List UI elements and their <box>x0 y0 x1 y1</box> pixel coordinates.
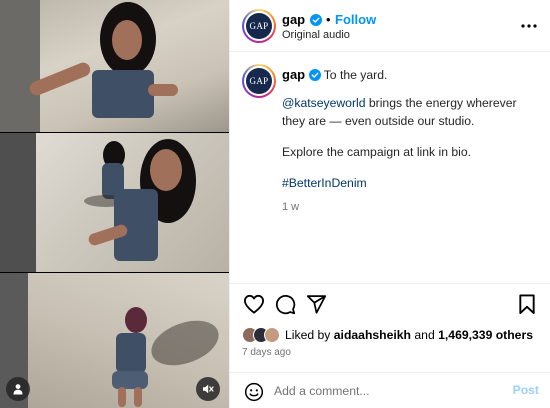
liker-avatar <box>264 327 280 343</box>
original-audio-link[interactable]: Original audio <box>282 29 350 41</box>
caption-cta: Explore the campaign at link in bio. <box>282 145 472 159</box>
more-options-icon <box>521 24 537 28</box>
caption-body: gap To the yard. @katseyeworld brings th… <box>282 66 540 216</box>
tagged-users-button[interactable] <box>6 377 30 401</box>
likes-connector: and <box>411 328 439 342</box>
save-button[interactable] <box>515 292 539 316</box>
figure-denim <box>92 70 154 118</box>
more-options-button[interactable] <box>519 16 539 36</box>
figure-face <box>112 20 142 60</box>
wall-dark <box>0 133 36 272</box>
header-title-row: gap • Follow <box>282 11 376 29</box>
likes-summary: Liked by aidaahsheikh and 1,469,339 othe… <box>242 325 533 345</box>
liker-username[interactable]: aidaahsheikh <box>334 328 411 342</box>
ground-shadow <box>145 312 225 374</box>
hashtag-link[interactable]: #BetterInDenim <box>282 174 540 192</box>
post-header: GAP gap • Follow Original audio <box>230 0 550 52</box>
comment-bar: Post <box>230 372 550 408</box>
figure-skirt <box>112 371 148 389</box>
post-comment-button[interactable]: Post <box>513 383 539 397</box>
share-button[interactable] <box>304 292 328 316</box>
comment-input[interactable] <box>274 381 504 401</box>
follow-button[interactable]: Follow <box>335 12 376 27</box>
verified-badge-icon <box>308 69 321 81</box>
paper-plane-icon <box>306 295 326 314</box>
bookmark-icon <box>519 293 535 314</box>
caption-section: GAP gap To the yard. @katseyeworld bring… <box>230 53 550 283</box>
caption-first-line: gap To the yard. <box>282 66 540 84</box>
figure-face <box>150 149 182 191</box>
muted-speaker-icon <box>203 384 214 394</box>
wall-shadow <box>0 0 40 132</box>
separator-dot: • <box>326 12 331 27</box>
caption-headline: To the yard. <box>323 68 388 82</box>
video-frame-1 <box>0 0 229 132</box>
figure-leg <box>118 387 126 407</box>
gap-logo: GAP <box>249 21 269 31</box>
post-media-video[interactable] <box>0 0 229 408</box>
post-side-panel: GAP gap • Follow Original audio GAP gap <box>229 0 550 408</box>
figure-leg <box>134 387 142 407</box>
emoji-icon <box>244 382 264 402</box>
post-date: 7 days ago <box>242 347 291 358</box>
figure-arm-right <box>148 84 178 96</box>
video-frame-3 <box>0 273 229 408</box>
author-avatar[interactable]: GAP <box>242 9 276 43</box>
post-actions: Liked by aidaahsheikh and 1,469,339 othe… <box>230 283 550 408</box>
person-icon <box>13 384 23 395</box>
caption-author-avatar[interactable]: GAP <box>242 64 276 98</box>
mention-link[interactable]: @katseyeworld <box>282 96 366 110</box>
figure-hair <box>125 307 147 333</box>
comment-button[interactable] <box>273 292 297 316</box>
emoji-button[interactable] <box>242 380 266 404</box>
gap-logo: GAP <box>249 76 269 86</box>
heart-icon <box>244 294 265 314</box>
audio-toggle-button[interactable] <box>196 377 220 401</box>
caption-username[interactable]: gap <box>282 67 305 82</box>
caption-paragraph: @katseyeworld brings the energy wherever… <box>282 94 540 130</box>
author-username[interactable]: gap <box>282 12 305 27</box>
likes-prefix: Liked by <box>285 328 334 342</box>
video-frame-2 <box>0 133 229 272</box>
figure-denim <box>116 333 146 373</box>
likes-count[interactable]: 1,469,339 others <box>438 328 533 342</box>
caption-age: 1 w <box>282 201 300 213</box>
likes-text: Liked by aidaahsheikh and 1,469,339 othe… <box>285 328 533 342</box>
like-button[interactable] <box>242 292 266 316</box>
comment-bubble-icon <box>275 294 295 314</box>
verified-badge-icon <box>309 14 322 26</box>
